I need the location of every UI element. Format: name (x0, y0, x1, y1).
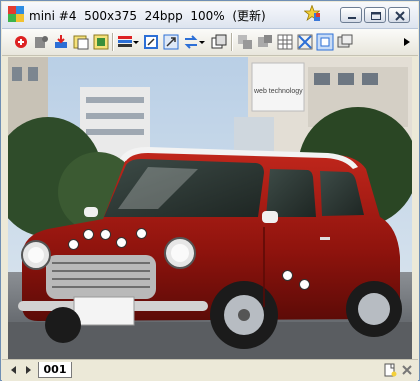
plugin-button[interactable] (32, 33, 50, 51)
marker-point[interactable] (100, 229, 111, 240)
toolbar (2, 29, 418, 56)
overflow-arrow-icon (404, 38, 410, 46)
open-icon (15, 36, 27, 48)
marker-point[interactable] (116, 237, 127, 248)
grid-button[interactable] (276, 33, 294, 51)
car-photo: web technology (8, 57, 412, 359)
delete-page-icon[interactable] (400, 363, 414, 377)
toolbar-overflow-button[interactable] (402, 33, 412, 51)
marker-point[interactable] (299, 279, 310, 290)
copy-frames-icon (211, 34, 227, 49)
window-title: mini #4 500x375 24bpp 100% (更新) (29, 9, 266, 23)
filter-icon (93, 34, 109, 50)
prev-page-icon[interactable] (8, 364, 20, 376)
open-button[interactable] (12, 33, 30, 51)
marker-point[interactable] (136, 228, 147, 239)
acquire-button[interactable] (72, 33, 90, 51)
fullscreen-button[interactable] (336, 33, 354, 51)
next-page-icon[interactable] (22, 364, 34, 376)
new-page-icon[interactable] (383, 363, 397, 377)
image-viewer-icon[interactable] (8, 6, 24, 22)
fit-window-button[interactable] (162, 33, 180, 51)
maximize-icon (371, 12, 381, 20)
import-button[interactable] (52, 33, 70, 51)
chevron-down-icon (133, 41, 139, 44)
rotate-button[interactable] (142, 33, 160, 51)
toolbar-separator (112, 33, 114, 51)
grid-icon (277, 34, 293, 50)
minimize-icon (348, 17, 356, 19)
crop-icon (297, 34, 313, 50)
star-palette-icon[interactable] (304, 5, 320, 21)
import-icon (55, 35, 67, 48)
maximize-button[interactable] (364, 7, 386, 23)
title-bar[interactable]: mini #4 500x375 24bpp 100% (更新) (2, 2, 418, 29)
layer-icon (238, 35, 252, 49)
select-rect-icon (316, 33, 334, 51)
marker-point[interactable] (68, 239, 79, 250)
layer2-button[interactable] (256, 33, 274, 51)
image-canvas[interactable]: web technology (8, 57, 412, 359)
color-bars-dropdown[interactable] (132, 33, 140, 51)
page-tab[interactable]: 001 (38, 362, 72, 378)
select-rect-button[interactable] (316, 33, 334, 51)
marker-point[interactable] (83, 229, 94, 240)
rotate-icon (144, 35, 158, 49)
layer2-icon (258, 35, 272, 47)
resize-dropdown[interactable] (198, 33, 206, 51)
crop-button[interactable] (296, 33, 314, 51)
minimize-button[interactable] (340, 7, 362, 23)
toolbar-separator (231, 33, 233, 51)
status-bar: 001 (2, 359, 418, 381)
close-icon (395, 11, 405, 21)
layer-button[interactable] (236, 33, 254, 51)
chevron-down-icon (199, 41, 205, 44)
building-sign-text: web technology (253, 88, 303, 95)
fit-window-icon (163, 34, 179, 50)
fullscreen-icon (337, 34, 353, 48)
image-window: mini #4 500x375 24bpp 100% (更新) web tech… (0, 0, 420, 381)
marker-point[interactable] (282, 270, 293, 281)
copy-frames-button[interactable] (210, 33, 228, 51)
close-button[interactable] (388, 7, 410, 23)
filter-button[interactable] (92, 33, 110, 51)
plugin-icon (35, 36, 48, 48)
acquire-icon (73, 35, 89, 50)
